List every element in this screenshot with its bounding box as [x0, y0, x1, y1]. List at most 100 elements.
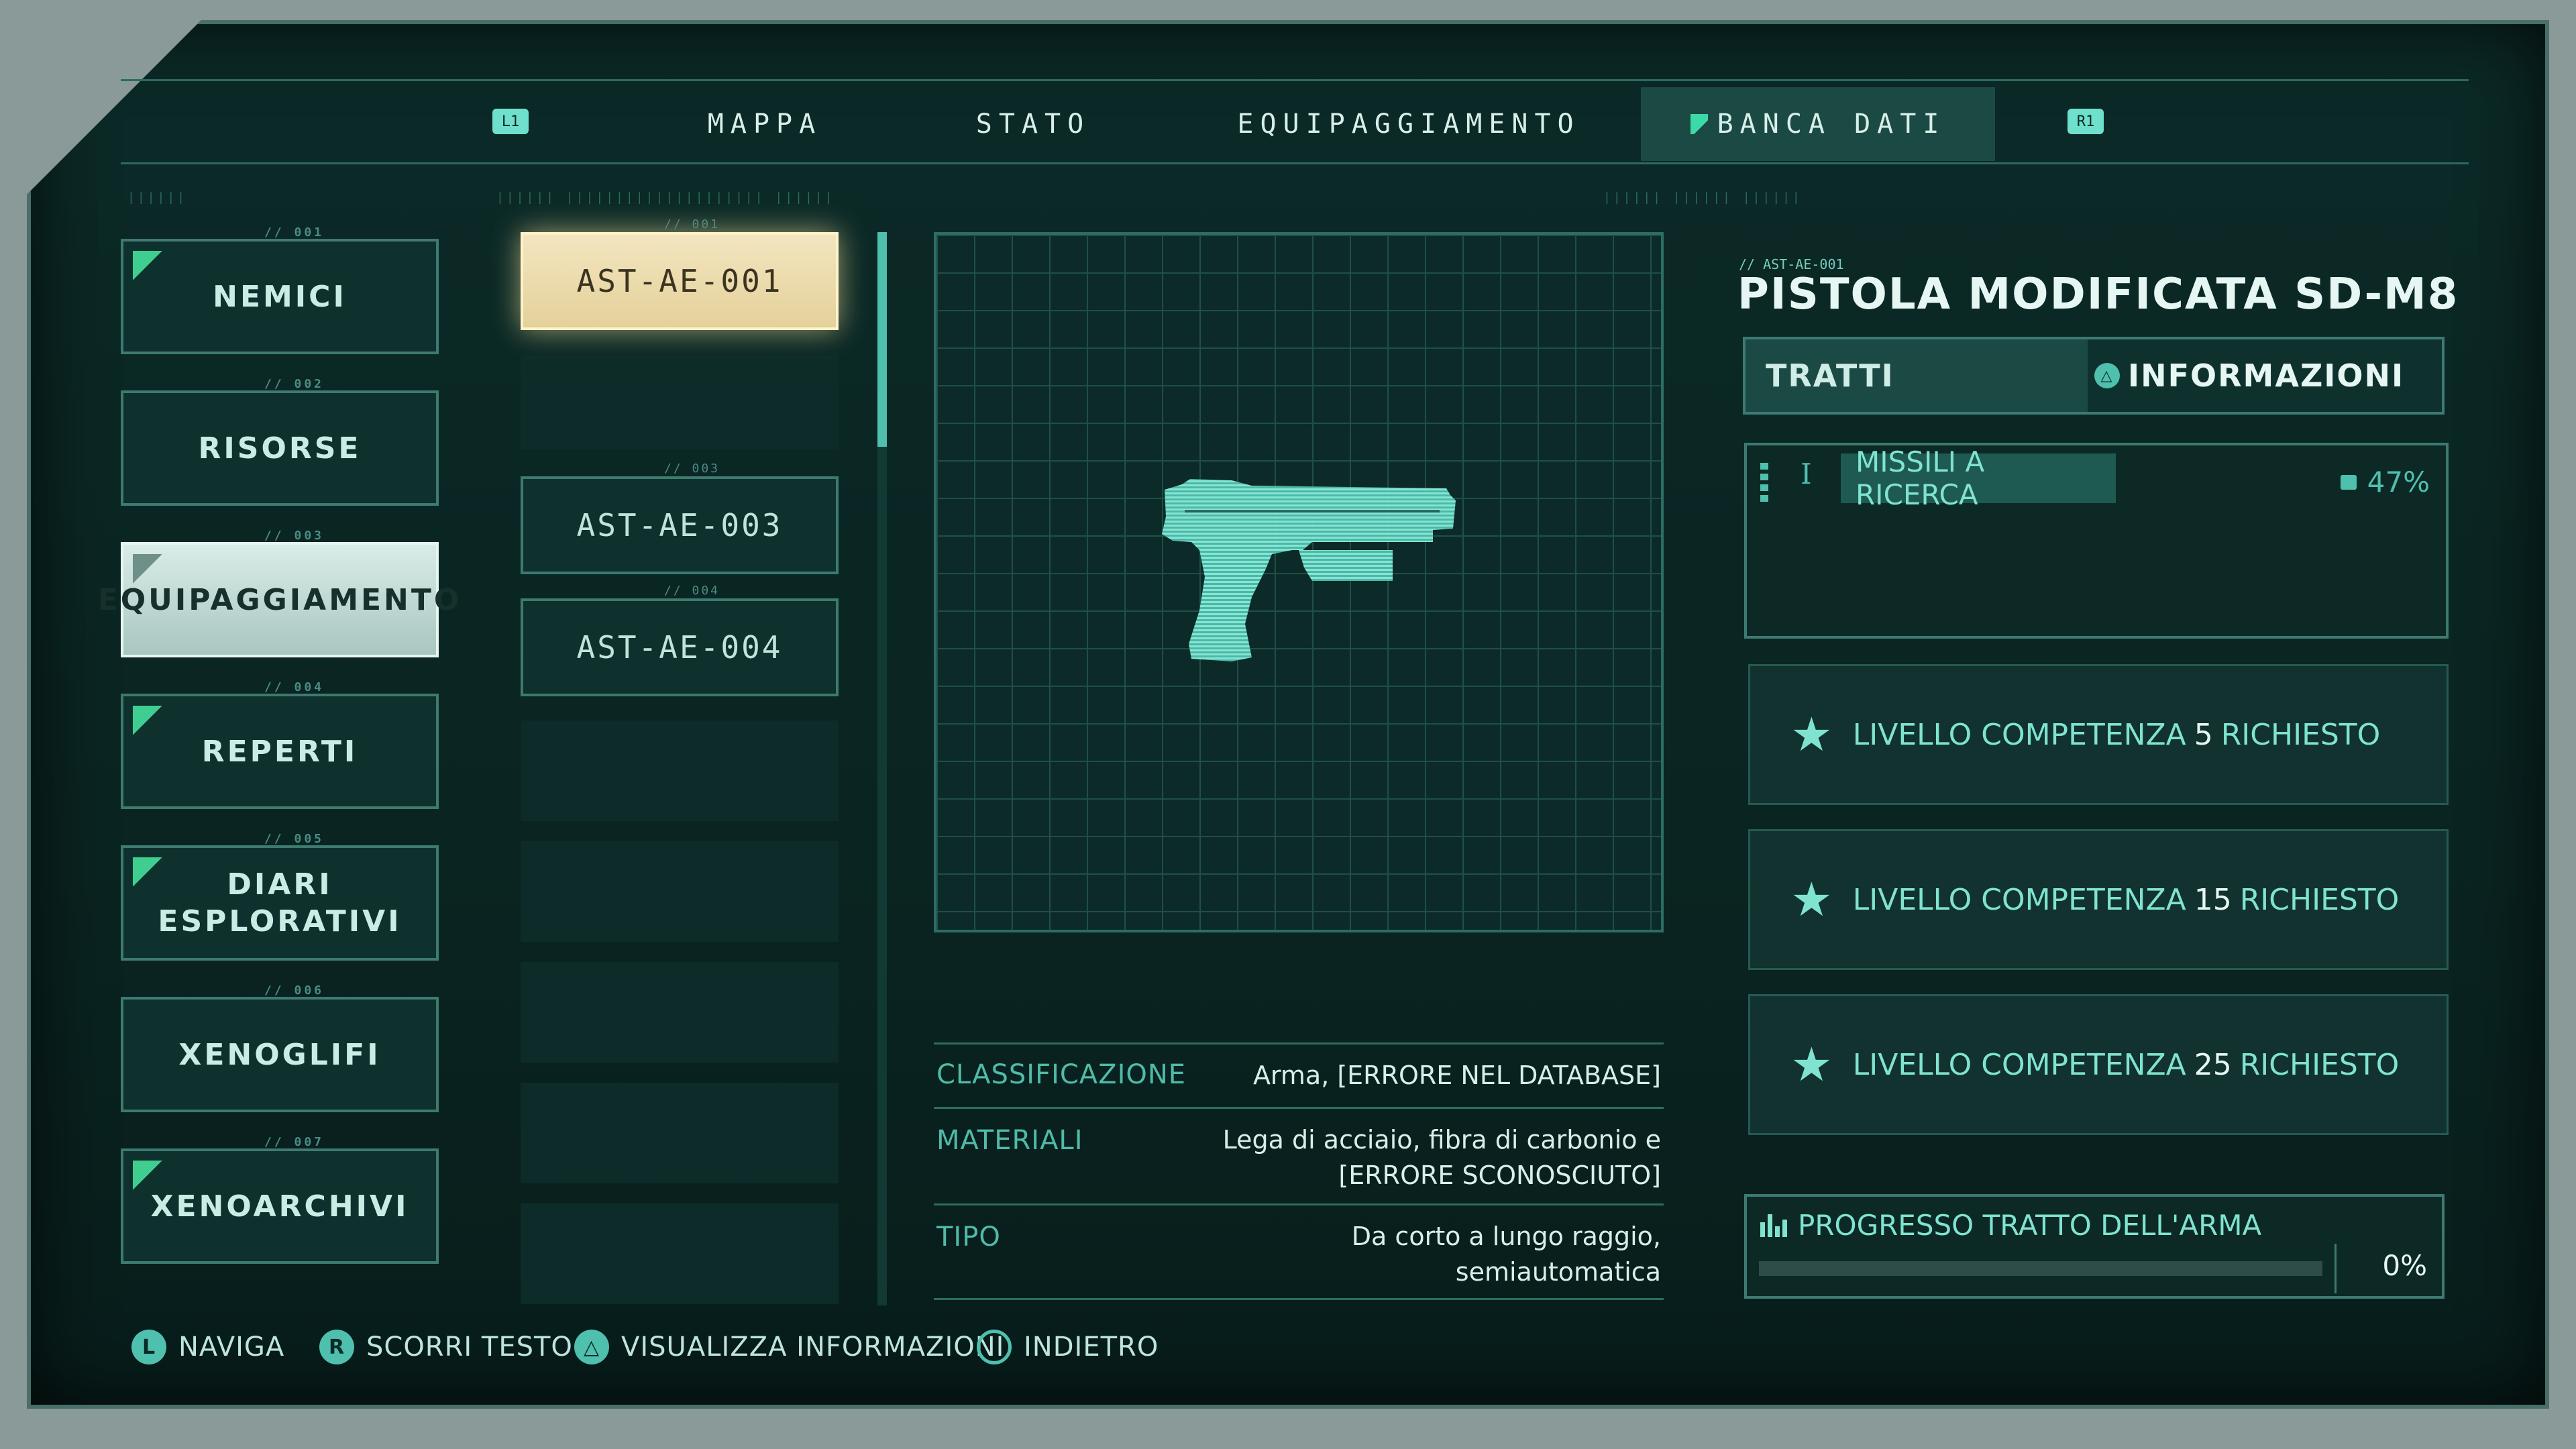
entry-label: AST-AE-003: [576, 507, 783, 543]
tab-tratti[interactable]: TRATTI: [1746, 339, 2088, 412]
requirement-suffix: RICHIESTO: [2239, 882, 2400, 917]
empty-entry-slot: [521, 720, 839, 821]
category-number: // 001: [264, 225, 325, 239]
category-label: DIARI ESPLORATIVI: [158, 867, 402, 938]
category-label: RISORSE: [198, 431, 362, 466]
requirement-prefix: LIVELLO COMPETENZA: [1852, 717, 2186, 752]
entry-ast-ae-001[interactable]: // 001 AST-AE-001: [521, 217, 839, 330]
detail-label: MATERIALI: [936, 1125, 1083, 1156]
right-stick-icon: R: [319, 1330, 354, 1364]
bar-chart-icon: [1760, 1214, 1787, 1237]
lock-icon: [2340, 474, 2357, 490]
hint-naviga[interactable]: L NAVIGA: [131, 1330, 284, 1364]
entry-number: // 003: [664, 462, 720, 476]
circle-button-icon: [977, 1330, 1012, 1364]
category-number: // 006: [264, 983, 325, 998]
trait-percent: 47%: [2367, 466, 2430, 498]
nav-top-rule: [121, 79, 2469, 81]
trait-tier: I: [1801, 458, 1812, 490]
tab-stato[interactable]: STATO: [953, 87, 1114, 161]
category-label: XENOARCHIVI: [150, 1189, 409, 1224]
category-xenoarchivi[interactable]: // 007 XENOARCHIVI: [121, 1135, 439, 1264]
decor-ticks-mid: |||||| |||||||||||||||||||| ||||||: [496, 191, 835, 205]
detail-label: CLASSIFICAZIONE: [936, 1059, 1187, 1090]
entries-scrollbar-thumb[interactable]: [877, 232, 887, 447]
empty-entry-slot: [521, 356, 839, 449]
tab-informazioni[interactable]: △ INFORMAZIONI: [2094, 339, 2436, 412]
hint-label: NAVIGA: [178, 1332, 285, 1362]
detail-row-tipo: TIPO Da corto a lungo raggio, semiautoma…: [934, 1203, 1664, 1300]
new-flag-icon: [133, 1161, 162, 1190]
category-diari-esplorativi[interactable]: // 005 DIARI ESPLORATIVI: [121, 832, 439, 961]
decor-ticks-left: ||||||: [127, 191, 188, 205]
new-flag-icon: [133, 857, 162, 887]
category-xenoglifi[interactable]: // 006 XENOGLIFI: [121, 983, 439, 1112]
tab-equipaggiamento[interactable]: EQUIPAGGIAMENTO: [1208, 87, 1610, 161]
pistol-icon: [1162, 479, 1456, 661]
hint-visualizza-informazioni[interactable]: △ VISUALIZZA INFORMAZIONI: [574, 1330, 1004, 1364]
requirement-level-5: ★ LIVELLO COMPETENZA 5 RICHIESTO: [1748, 664, 2449, 805]
empty-entry-slot: [521, 1083, 839, 1183]
requirement-prefix: LIVELLO COMPETENZA: [1852, 1047, 2186, 1082]
requirement-suffix: RICHIESTO: [2220, 717, 2381, 752]
new-flag-icon: [133, 706, 162, 735]
requirement-level: 15: [2194, 882, 2232, 917]
progress-value: 0%: [2382, 1249, 2427, 1282]
trait-name: MISSILI A RICERCA: [1856, 445, 1985, 511]
progress-bar-track: [1759, 1261, 2322, 1276]
r1-key-icon[interactable]: R1: [2068, 109, 2104, 134]
category-number: // 004: [264, 680, 325, 694]
requirement-level-25: ★ LIVELLO COMPETENZA 25 RICHIESTO: [1748, 994, 2449, 1135]
flag-icon: [1690, 114, 1708, 134]
category-reperti[interactable]: // 004 REPERTI: [121, 680, 439, 809]
weapon-trait-progress: PROGRESSO TRATTO DELL'ARMA 0%: [1744, 1194, 2445, 1299]
category-nemici[interactable]: // 001 NEMICI: [121, 225, 439, 354]
trait-panel: I MISSILI A RICERCA 47%: [1744, 443, 2449, 639]
requirement-level-15: ★ LIVELLO COMPETENZA 15 RICHIESTO: [1748, 829, 2449, 970]
requirement-level: 5: [2194, 717, 2213, 752]
hint-label: SCORRI TESTO: [366, 1332, 573, 1362]
trait-missili-a-ricerca[interactable]: MISSILI A RICERCA: [1841, 445, 2116, 511]
category-label: EQUIPAGGIAMENTO: [97, 582, 462, 617]
empty-entry-slot: [521, 962, 839, 1063]
empty-entry-slot: [521, 841, 839, 942]
category-risorse[interactable]: // 002 RISORSE: [121, 377, 439, 506]
hint-scorri-testo[interactable]: R SCORRI TESTO: [319, 1330, 573, 1364]
category-label: REPERTI: [201, 734, 358, 769]
entry-label: AST-AE-001: [576, 263, 783, 299]
item-preview-viewer: [934, 232, 1664, 932]
detail-row-materiali: MATERIALI Lega di acciaio, fibra di carb…: [934, 1107, 1664, 1203]
category-number: // 002: [264, 377, 325, 391]
tab-mappa[interactable]: MAPPA: [684, 87, 845, 161]
triangle-button-icon: △: [574, 1330, 609, 1364]
detail-subtabs: TRATTI △ INFORMAZIONI: [1743, 337, 2445, 415]
progress-label: PROGRESSO TRATTO DELL'ARMA: [1798, 1209, 2262, 1242]
category-label: XENOGLIFI: [178, 1037, 381, 1072]
entry-number: // 001: [664, 217, 720, 231]
detail-value: Lega di acciaio, fibra di carbonio e [ER…: [1222, 1125, 1661, 1191]
tab-informazioni-label: INFORMAZIONI: [2128, 358, 2405, 394]
decor-ticks-right: |||||| |||||| ||||||: [1603, 191, 1803, 205]
tab-banca-dati[interactable]: BANCA DATI: [1641, 87, 1995, 161]
drag-handle-icon: [1760, 463, 1768, 502]
category-number: // 007: [264, 1135, 325, 1149]
category-equipaggiamento[interactable]: // 003 EQUIPAGGIAMENTO: [98, 529, 459, 657]
left-stick-icon: L: [131, 1330, 166, 1364]
entry-ast-ae-003[interactable]: // 003 AST-AE-003: [521, 462, 839, 574]
l1-key-icon[interactable]: L1: [492, 109, 529, 134]
hint-label: VISUALIZZA INFORMAZIONI: [621, 1332, 1005, 1362]
entry-ast-ae-004[interactable]: // 004 AST-AE-004: [521, 584, 839, 696]
category-number: // 003: [264, 529, 325, 543]
item-title: PISTOLA MODIFICATA SD-M8: [1737, 270, 2459, 319]
nav-bottom-rule: [121, 162, 2469, 164]
triangle-button-icon: △: [2094, 363, 2120, 388]
star-icon: ★: [1790, 1037, 1833, 1092]
star-icon: ★: [1790, 707, 1833, 762]
tab-banca-dati-label: BANCA DATI: [1717, 109, 1946, 140]
trait-progress: 47%: [2340, 466, 2430, 498]
empty-entry-slot: [521, 1203, 839, 1304]
hint-indietro[interactable]: INDIETRO: [977, 1330, 1159, 1364]
entry-label: AST-AE-004: [576, 629, 783, 665]
requirement-suffix: RICHIESTO: [2239, 1047, 2400, 1082]
requirement-level: 25: [2194, 1047, 2232, 1082]
